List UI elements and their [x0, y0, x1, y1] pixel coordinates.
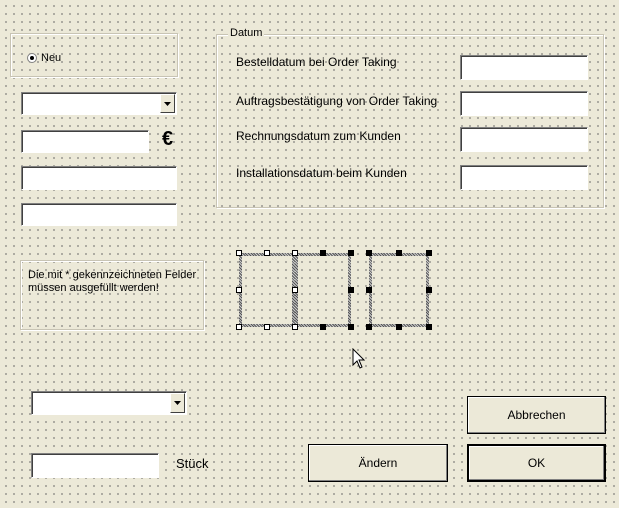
resize-handle[interactable] — [264, 250, 270, 256]
change-button[interactable]: Ändern — [308, 444, 448, 482]
amount-input[interactable] — [21, 130, 149, 153]
resize-handle[interactable] — [236, 287, 242, 293]
datum-label-rechnungsdatum: Rechnungsdatum zum Kunden — [236, 129, 401, 143]
resize-handle[interactable] — [348, 250, 354, 256]
resize-handle[interactable] — [396, 250, 402, 256]
chevron-down-icon[interactable] — [160, 94, 175, 113]
resize-handle[interactable] — [366, 324, 372, 330]
resize-handle[interactable] — [366, 287, 372, 293]
resize-handle[interactable] — [366, 250, 372, 256]
bottom-combobox[interactable] — [31, 391, 187, 415]
euro-symbol: € — [162, 128, 174, 150]
left-combobox[interactable] — [21, 92, 177, 115]
resize-handle[interactable] — [348, 324, 354, 330]
auftragsbestaetigung-input[interactable] — [460, 91, 588, 116]
resize-handle[interactable] — [236, 250, 242, 256]
left-input-4[interactable] — [21, 203, 177, 226]
resize-handle[interactable] — [320, 250, 326, 256]
resize-handle[interactable] — [264, 324, 270, 330]
ok-button[interactable]: OK — [467, 444, 606, 482]
selected-control-2[interactable] — [292, 250, 354, 330]
datum-frame-title: Datum — [228, 27, 265, 39]
left-input-3[interactable] — [21, 166, 177, 190]
radio-neu-label: Neu — [41, 52, 62, 64]
resize-handle[interactable] — [396, 324, 402, 330]
resize-handle[interactable] — [426, 250, 432, 256]
chevron-down-icon[interactable] — [170, 393, 185, 413]
datum-label-auftragsbestaetigung: Auftragsbestätigung von Order Taking — [236, 94, 438, 108]
resize-handle[interactable] — [348, 287, 354, 293]
selected-control-1[interactable] — [236, 250, 298, 330]
quantity-unit-label: Stück — [176, 456, 209, 471]
datum-label-bestelldatum: Bestelldatum bei Order Taking — [236, 55, 397, 69]
resize-handle[interactable] — [292, 287, 298, 293]
installationsdatum-input[interactable] — [460, 165, 588, 190]
info-frame: Die mit * gekennzeichneten Felder müssen… — [20, 260, 204, 330]
resize-handle[interactable] — [292, 250, 298, 256]
quantity-input[interactable] — [31, 453, 159, 478]
radio-neu[interactable]: Neu — [27, 52, 61, 64]
resize-handle[interactable] — [236, 324, 242, 330]
resize-handle[interactable] — [426, 287, 432, 293]
resize-handle[interactable] — [292, 324, 298, 330]
cancel-button[interactable]: Abbrechen — [467, 396, 606, 434]
radio-button-icon[interactable] — [27, 53, 37, 63]
bestelldatum-input[interactable] — [460, 55, 588, 80]
selected-control-3[interactable] — [366, 250, 432, 330]
resize-handle[interactable] — [426, 324, 432, 330]
resize-handle[interactable] — [320, 324, 326, 330]
rechnungsdatum-input[interactable] — [460, 127, 588, 152]
info-text: Die mit * gekennzeichneten Felder müssen… — [28, 269, 197, 294]
datum-label-installationsdatum: Installationsdatum beim Kunden — [236, 166, 407, 180]
mouse-cursor-icon — [352, 348, 366, 369]
